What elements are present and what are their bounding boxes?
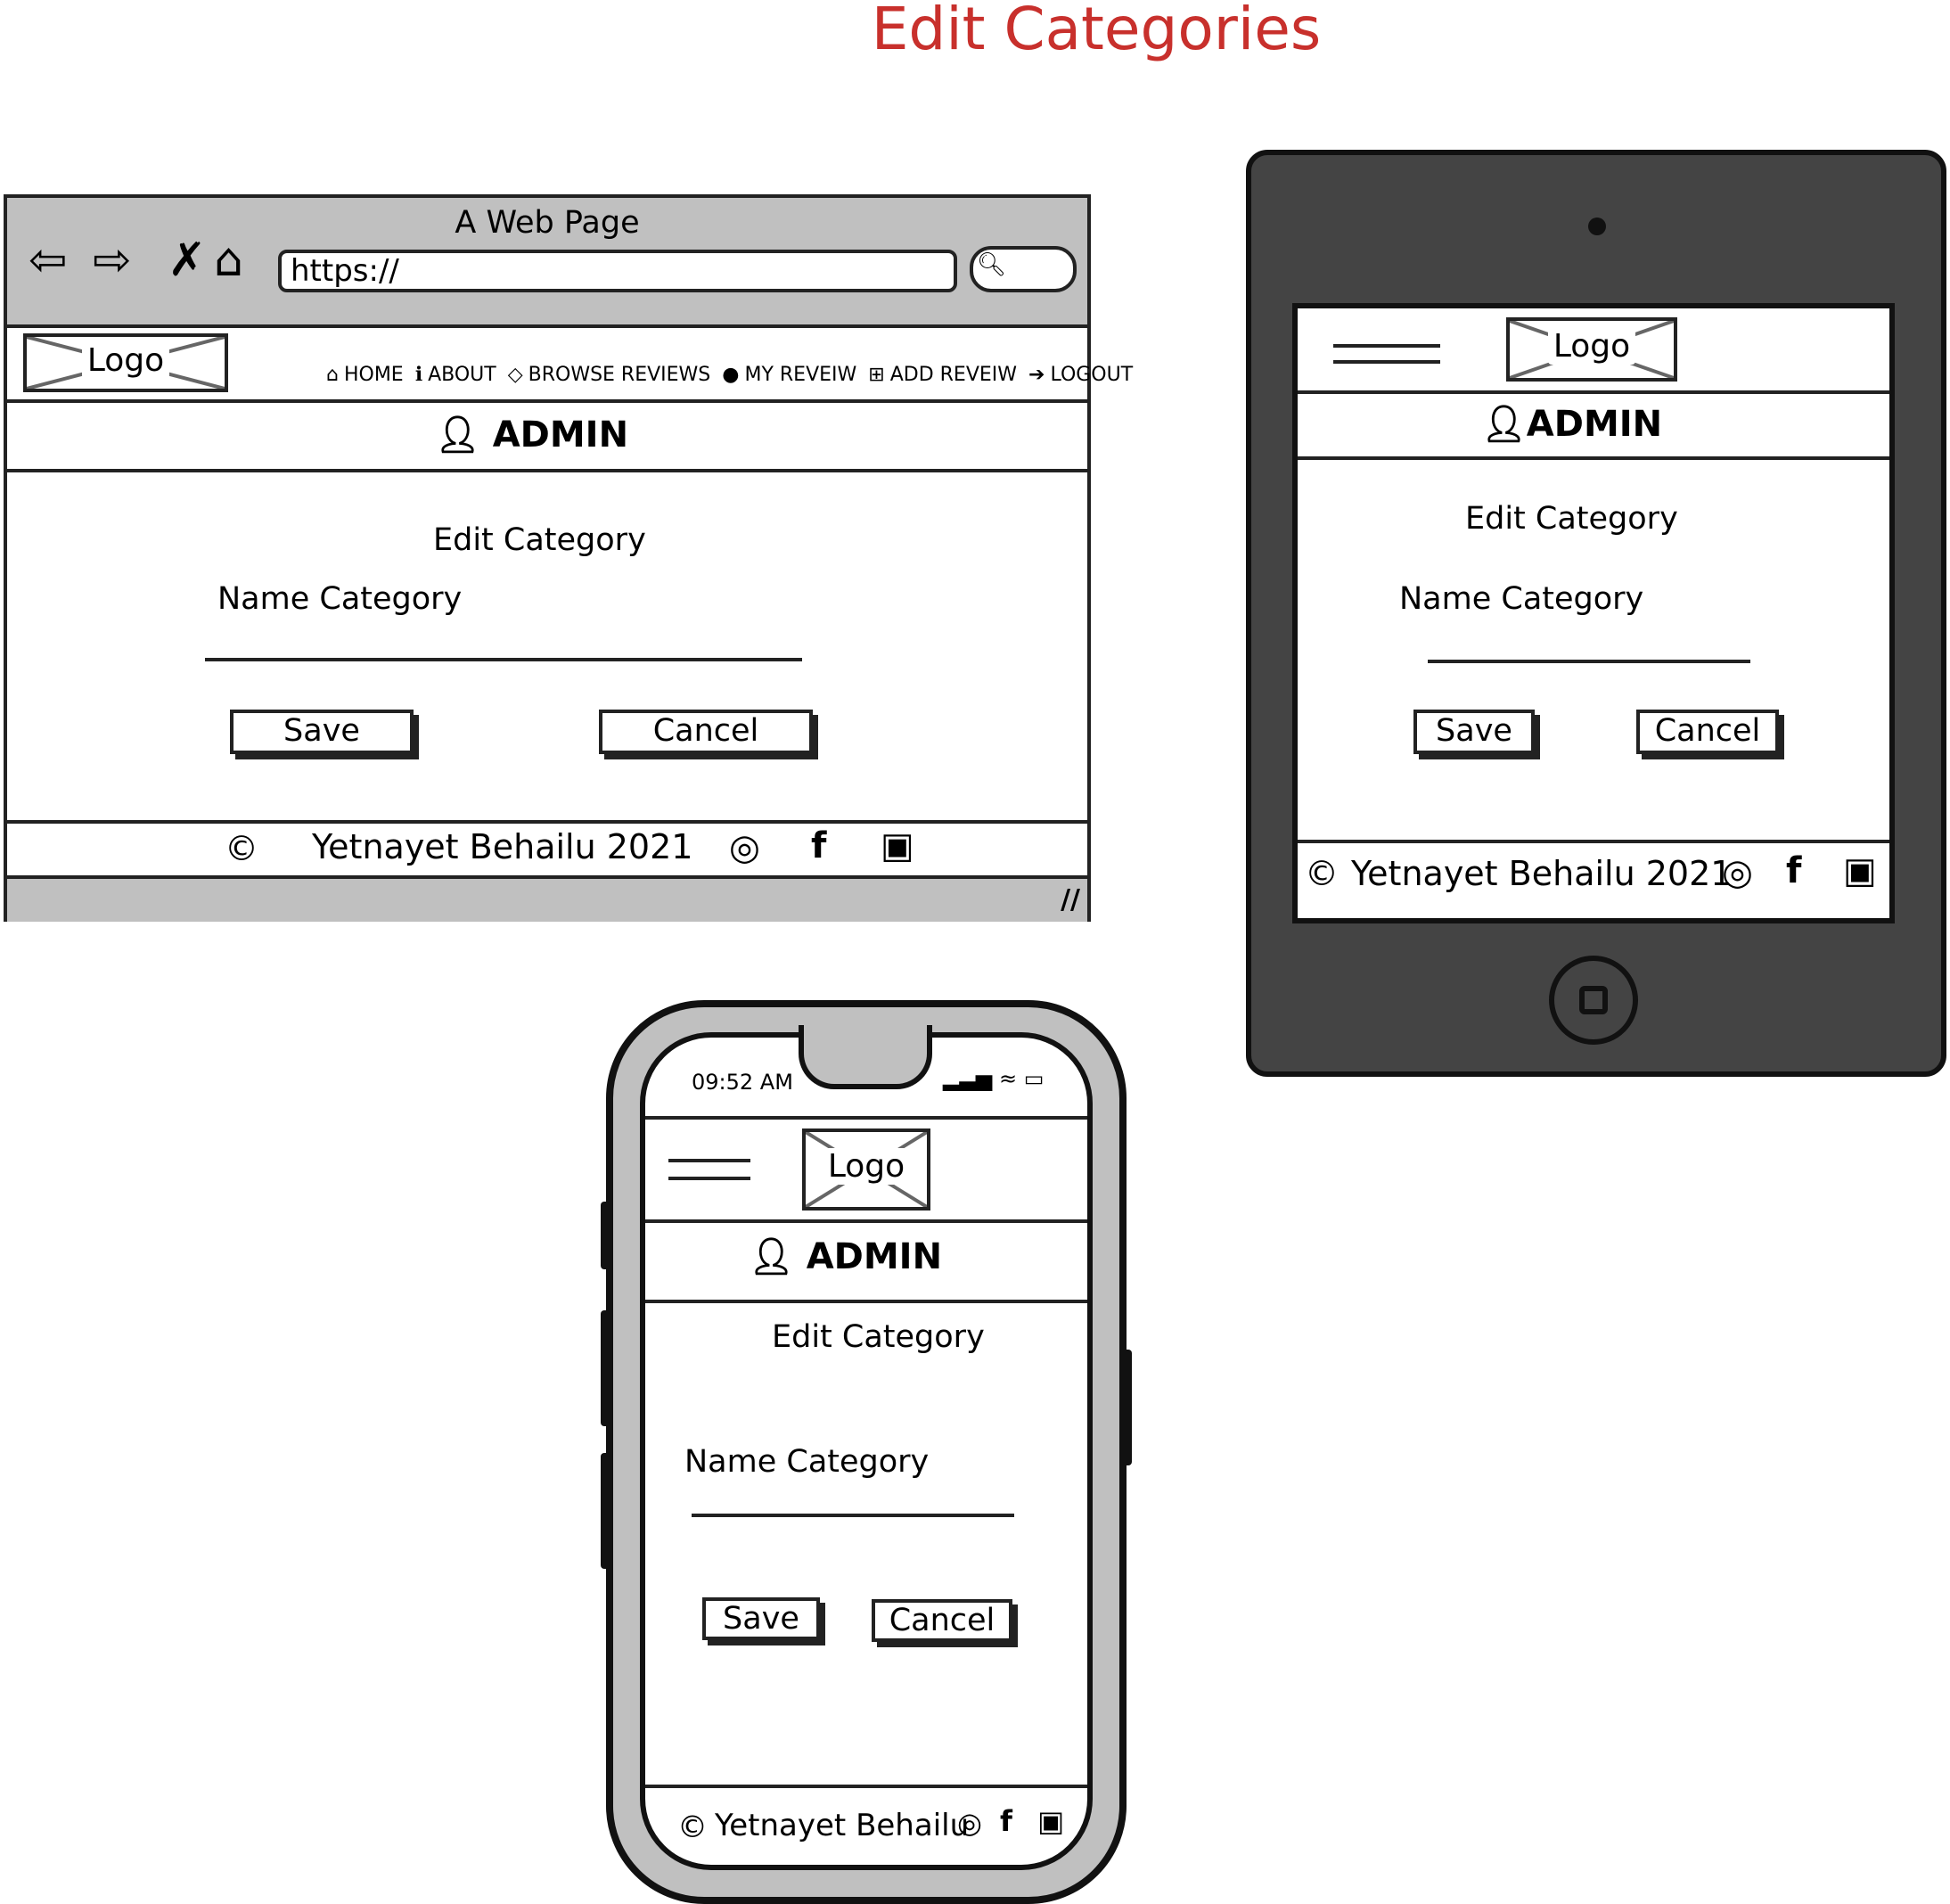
nav-item-logout[interactable]: LOGOUT (1050, 364, 1133, 386)
admin-bar: 👤︎ ADMIN (7, 403, 1087, 472)
nav-item-browse-reviews[interactable]: BROWSE REVIEWS (528, 364, 711, 386)
save-button[interactable]: Save (230, 710, 414, 754)
logo-placeholder[interactable]: Logo (23, 333, 228, 392)
save-button[interactable]: Save (1413, 710, 1535, 754)
status-icons: ▂▃▅ ≈ ▭ (943, 1066, 1044, 1091)
status-time: 09:52 AM (692, 1070, 793, 1095)
twitter-icon[interactable]: ▣ (881, 825, 914, 866)
name-category-label: Name Category (217, 581, 463, 617)
forward-arrow-icon[interactable]: ⇨ (93, 234, 132, 287)
logo-text: Logo (1547, 328, 1636, 365)
user-icon: 👤︎ (435, 414, 480, 455)
phone-navbar: Logo (645, 1116, 1087, 1223)
admin-divider (1298, 456, 1889, 460)
resize-grip-icon[interactable]: // (1061, 884, 1080, 915)
url-bar[interactable]: https:// (278, 250, 957, 292)
volume-button (601, 1202, 610, 1269)
search-field[interactable]: 🔍︎ (970, 246, 1077, 292)
form-title: Edit Category (1465, 501, 1678, 537)
facebook-icon[interactable]: f (1786, 850, 1801, 891)
copyright-icon: © (1305, 854, 1339, 893)
admin-heading: 👤︎ADMIN (1481, 403, 1662, 445)
nav-menu: ⌂ HOME ℹ ABOUT ◇ BROWSE REVIEWS ● MY REVEIW … (326, 364, 1138, 386)
nav-item-my-review[interactable]: MY REVEIW (744, 364, 856, 386)
name-category-label: Name Category (1399, 581, 1644, 617)
plus-square-icon: ⊞ (868, 364, 885, 386)
name-category-input[interactable] (205, 658, 802, 661)
user-icon: 👤︎ (1481, 404, 1527, 445)
instagram-icon[interactable]: ◎ (957, 1806, 982, 1840)
footer-text: Yetnayet Behailu 2021 (312, 827, 693, 866)
browser-status-bar: // (7, 875, 1087, 922)
form-title: Edit Category (772, 1319, 985, 1355)
footer: © Yetnayet Behailu ◎ f ▣ (645, 1785, 1087, 1865)
page-title: Edit Categories (871, 0, 1322, 63)
footer: © Yetnayet Behailu 2021 ◎ f ▣ (1298, 840, 1889, 922)
form-title: Edit Category (433, 522, 646, 558)
facebook-icon[interactable]: f (1000, 1804, 1012, 1838)
name-category-label: Name Category (684, 1444, 930, 1480)
diamond-icon: ◇ (507, 364, 523, 386)
power-button (1123, 1350, 1132, 1465)
desktop-navbar: Logo ⌂ HOME ℹ ABOUT ◇ BROWSE REVIEWS ● MY RE… (7, 328, 1133, 403)
volume-button (601, 1453, 610, 1569)
hamburger-menu-icon[interactable] (1333, 344, 1440, 364)
logo-placeholder[interactable]: Logo (802, 1128, 930, 1211)
instagram-icon[interactable]: ◎ (729, 827, 760, 868)
nav-item-about[interactable]: ABOUT (428, 364, 496, 386)
admin-heading: 👤︎ ADMIN (435, 414, 628, 455)
instagram-icon[interactable]: ◎ (1722, 852, 1753, 893)
volume-button (601, 1310, 610, 1426)
logout-icon: ➔ (1028, 364, 1045, 386)
footer-text: Yetnayet Behailu (715, 1808, 970, 1843)
cancel-button[interactable]: Cancel (1636, 710, 1779, 754)
home-icon: ⌂ (326, 364, 339, 386)
close-icon[interactable]: ✗ (168, 234, 207, 287)
save-button[interactable]: Save (702, 1597, 820, 1640)
hamburger-menu-icon[interactable] (668, 1159, 750, 1180)
browser-toolbar: A Web Page ⇦ ⇨ ✗ ⌂ https:// 🔍︎ (7, 198, 1087, 328)
back-arrow-icon[interactable]: ⇦ (29, 234, 68, 287)
twitter-icon[interactable]: ▣ (1037, 1804, 1064, 1838)
battery-icon: ▭ (1023, 1066, 1045, 1091)
admin-label: ADMIN (492, 414, 629, 455)
phone-screen: 09:52 AM ▂▃▅ ≈ ▭ Logo 👤︎ ADMIN Edit Cate… (640, 1032, 1093, 1870)
cancel-button[interactable]: Cancel (599, 710, 813, 754)
wifi-icon: ≈ (999, 1066, 1018, 1091)
admin-label: ADMIN (1526, 404, 1663, 445)
admin-heading: 👤︎ ADMIN (749, 1235, 942, 1277)
copyright-icon: © (677, 1810, 708, 1845)
tablet-navbar: Logo (1298, 308, 1889, 394)
logo-text: Logo (822, 1148, 911, 1185)
logo-placeholder[interactable]: Logo (1506, 317, 1677, 382)
footer-text: Yetnayet Behailu 2021 (1351, 854, 1733, 893)
phone-notch (799, 1025, 932, 1089)
facebook-icon[interactable]: f (811, 825, 826, 866)
signal-icon: ▂▃▅ (943, 1066, 993, 1091)
copyright-icon: © (225, 829, 258, 868)
desktop-browser-mockup: A Web Page ⇦ ⇨ ✗ ⌂ https:// 🔍︎ Logo ⌂ HOM… (4, 194, 1133, 922)
footer: © Yetnayet Behailu 2021 ◎ f ▣ (7, 820, 1087, 879)
nav-item-home[interactable]: HOME (344, 364, 404, 386)
tablet-home-button[interactable] (1549, 956, 1638, 1045)
tablet-screen: Logo 👤︎ADMIN Edit Category Name Category… (1292, 303, 1895, 923)
search-icon: 🔍︎ (977, 251, 1007, 278)
info-icon: ℹ (414, 364, 423, 386)
logo-text: Logo (81, 342, 170, 379)
user-icon: 👤︎ (749, 1236, 794, 1277)
user-icon: ● (722, 364, 740, 386)
nav-item-add-review[interactable]: ADD REVEIW (890, 364, 1017, 386)
admin-divider (645, 1300, 1087, 1303)
home-icon[interactable]: ⌂ (214, 234, 243, 287)
name-category-input[interactable] (1428, 660, 1750, 663)
admin-label: ADMIN (806, 1236, 943, 1277)
name-category-input[interactable] (692, 1514, 1014, 1517)
twitter-icon[interactable]: ▣ (1843, 850, 1877, 891)
cancel-button[interactable]: Cancel (872, 1599, 1012, 1642)
camera-icon (1588, 217, 1606, 235)
